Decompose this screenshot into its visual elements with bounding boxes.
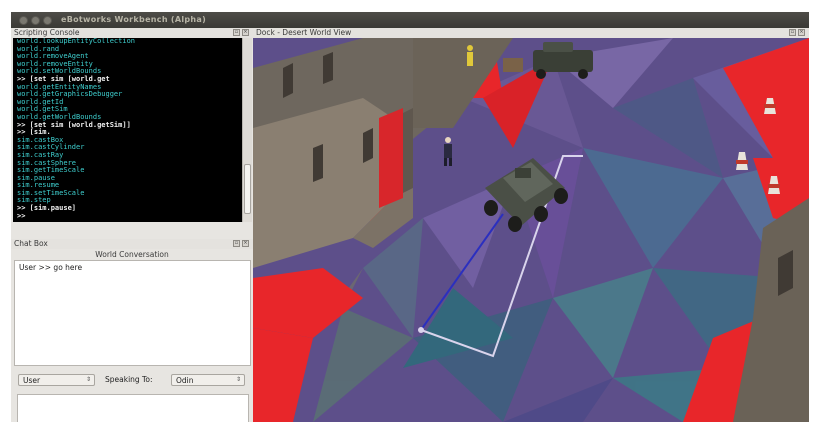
building-window: [778, 250, 793, 296]
dock-title: Dock - Desert World View: [256, 28, 352, 37]
window-maximize-icon[interactable]: [43, 16, 52, 25]
panel-close-icon[interactable]: ×: [242, 240, 249, 247]
window-title: eBotworks Workbench (Alpha): [61, 15, 207, 24]
window-minimize-icon[interactable]: [31, 16, 40, 25]
panel-close-icon[interactable]: ×: [798, 29, 805, 36]
chat-message: User >> go here: [19, 263, 83, 272]
scripting-console-header: Scripting Console ▫ ×: [11, 28, 253, 38]
speaking-to-select[interactable]: Odin ⇕: [171, 374, 245, 386]
chat-log[interactable]: User >> go here: [14, 260, 251, 366]
console-scrollbar[interactable]: [242, 38, 252, 222]
panel-float-icon[interactable]: ▫: [233, 240, 240, 247]
dock-header: Dock - Desert World View ▫ ×: [253, 28, 809, 38]
combo-arrow-icon: ⇕: [235, 376, 241, 383]
scripting-console-output[interactable]: world.lookupEntityCollection world.rand wo…: [13, 38, 242, 222]
speaking-to-label: Speaking To:: [105, 375, 153, 384]
red-door: [379, 108, 403, 208]
panel-float-icon[interactable]: ▫: [789, 29, 796, 36]
console-line: >> [sim.pause]: [17, 204, 77, 213]
building-window: [283, 63, 293, 98]
console-line: sim.setTimeScale: [17, 188, 85, 197]
speaking-to-value: Odin: [176, 376, 194, 385]
chat-box-header: Chat Box ▫ ×: [11, 239, 253, 249]
conversation-title: World Conversation: [95, 250, 169, 259]
workbench-window: eBotworks Workbench (Alpha) Scripting Co…: [11, 12, 809, 422]
chat-input[interactable]: [17, 394, 249, 422]
window-close-icon[interactable]: [19, 16, 28, 25]
chat-box-title: Chat Box: [14, 239, 48, 248]
console-scrollbar-thumb[interactable]: [244, 164, 251, 214]
console-line: >>: [17, 211, 26, 220]
world-viewport[interactable]: [253, 38, 809, 422]
figure-yellow: [467, 52, 473, 66]
dock-panel: Dock - Desert World View ▫ ×: [253, 28, 809, 422]
left-column: Scripting Console ▫ × world.lookupEntity…: [11, 28, 253, 422]
console-line: >> [set sim [world.getSim]]: [17, 120, 131, 129]
panel-close-icon[interactable]: ×: [242, 29, 249, 36]
combo-arrow-icon: ⇕: [85, 376, 91, 383]
building-window: [363, 128, 373, 163]
from-select-value: User: [23, 376, 41, 385]
title-bar: eBotworks Workbench (Alpha): [11, 12, 809, 28]
scripting-console-title: Scripting Console: [14, 28, 80, 37]
figure-yellow-head: [467, 45, 473, 51]
desert-world-scene[interactable]: [253, 38, 809, 422]
waypoint-marker: [418, 327, 424, 333]
panel-float-icon[interactable]: ▫: [233, 29, 240, 36]
from-select[interactable]: User ⇕: [18, 374, 95, 386]
building-window: [313, 144, 323, 182]
crate: [503, 58, 523, 72]
building-window: [323, 52, 333, 84]
